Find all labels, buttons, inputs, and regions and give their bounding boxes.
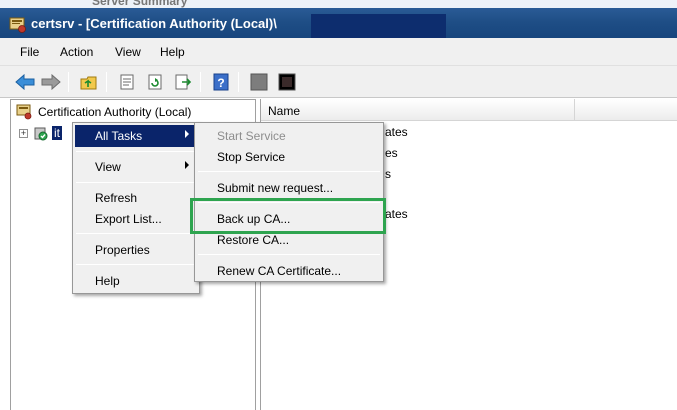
ca-server-icon — [34, 127, 48, 141]
menu-separator — [76, 233, 196, 234]
toolbar-separator — [238, 72, 239, 92]
toolbar-separator — [68, 72, 69, 92]
menu-item-label: Properties — [95, 243, 150, 257]
certsrv-app-icon — [9, 17, 26, 33]
annotation-highlight-box — [190, 198, 386, 234]
menu-item-label: Stop Service — [217, 150, 286, 164]
export-list-icon[interactable] — [172, 71, 194, 93]
tree-node-label: it — [52, 126, 62, 140]
menu-item-label: View — [95, 160, 121, 174]
properties-icon[interactable] — [116, 71, 138, 93]
menu-separator — [76, 182, 196, 183]
submenu-arrow-icon — [185, 161, 189, 169]
tree-node-ca[interactable]: + it — [19, 125, 62, 141]
menu-action[interactable]: Action — [60, 45, 93, 59]
menu-item-help[interactable]: Help — [75, 270, 197, 292]
menu-bar: File Action View Help — [0, 38, 677, 66]
list-item[interactable]: s — [385, 167, 391, 181]
context-menu: All Tasks View Refresh Export List... Pr… — [72, 122, 200, 294]
background-window-text: Server Summary — [92, 0, 188, 8]
list-item[interactable]: ates — [385, 125, 408, 139]
help-icon[interactable]: ? — [210, 71, 232, 93]
submenu-arrow-icon — [185, 130, 189, 138]
menu-item-submit-new-request[interactable]: Submit new request... — [197, 177, 381, 199]
menu-item-label: Export List... — [95, 212, 162, 226]
toolbar-separator — [106, 72, 107, 92]
menu-view[interactable]: View — [115, 45, 141, 59]
list-item[interactable]: es — [385, 146, 398, 160]
column-header-extra[interactable] — [575, 99, 677, 121]
stop-service-icon[interactable] — [248, 71, 270, 93]
menu-item-stop-service[interactable]: Stop Service — [197, 146, 381, 168]
back-arrow-icon[interactable] — [14, 71, 36, 93]
menu-item-label: Start Service — [217, 129, 286, 143]
column-header-name[interactable]: Name — [261, 99, 575, 121]
tree-root-label: Certification Authority (Local) — [38, 105, 192, 119]
list-item[interactable]: ates — [385, 207, 408, 221]
redacted-region — [311, 14, 446, 38]
window-title: certsrv - [Certification Authority (Loca… — [31, 16, 277, 31]
toolbar: ? — [0, 66, 677, 98]
menu-separator — [76, 151, 196, 152]
menu-item-all-tasks[interactable]: All Tasks — [75, 125, 197, 147]
window-title-bar[interactable]: certsrv - [Certification Authority (Loca… — [0, 8, 677, 38]
menu-item-start-service: Start Service — [197, 125, 381, 147]
certification-authority-icon — [16, 104, 32, 120]
refresh-icon[interactable] — [144, 71, 166, 93]
toolbar-separator — [200, 72, 201, 92]
svg-text:?: ? — [217, 76, 224, 90]
menu-help[interactable]: Help — [160, 45, 185, 59]
menu-item-label: Submit new request... — [217, 181, 334, 195]
forward-arrow-icon[interactable] — [40, 71, 62, 93]
menu-item-label: Restore CA... — [217, 233, 290, 247]
expand-icon[interactable]: + — [19, 128, 28, 138]
menu-item-view[interactable]: View — [75, 156, 197, 178]
menu-item-label: Refresh — [95, 191, 138, 205]
column-header-label: Name — [268, 104, 301, 118]
menu-separator — [198, 171, 380, 172]
menu-item-properties[interactable]: Properties — [75, 239, 197, 261]
menu-item-label: All Tasks — [95, 129, 143, 143]
menu-separator — [198, 254, 380, 255]
start-service-icon[interactable] — [276, 71, 298, 93]
tree-root-item[interactable]: Certification Authority (Local) — [16, 104, 191, 120]
menu-item-label: Renew CA Certificate... — [217, 264, 342, 278]
menu-item-renew-ca-certificate[interactable]: Renew CA Certificate... — [197, 260, 381, 282]
menu-item-refresh[interactable]: Refresh — [75, 187, 197, 209]
menu-item-label: Help — [95, 274, 120, 288]
menu-separator — [76, 264, 196, 265]
background-window-strip: Server Summary — [0, 0, 677, 8]
up-folder-icon[interactable] — [78, 71, 100, 93]
menu-file[interactable]: File — [20, 45, 39, 59]
menu-item-export-list[interactable]: Export List... — [75, 208, 197, 230]
